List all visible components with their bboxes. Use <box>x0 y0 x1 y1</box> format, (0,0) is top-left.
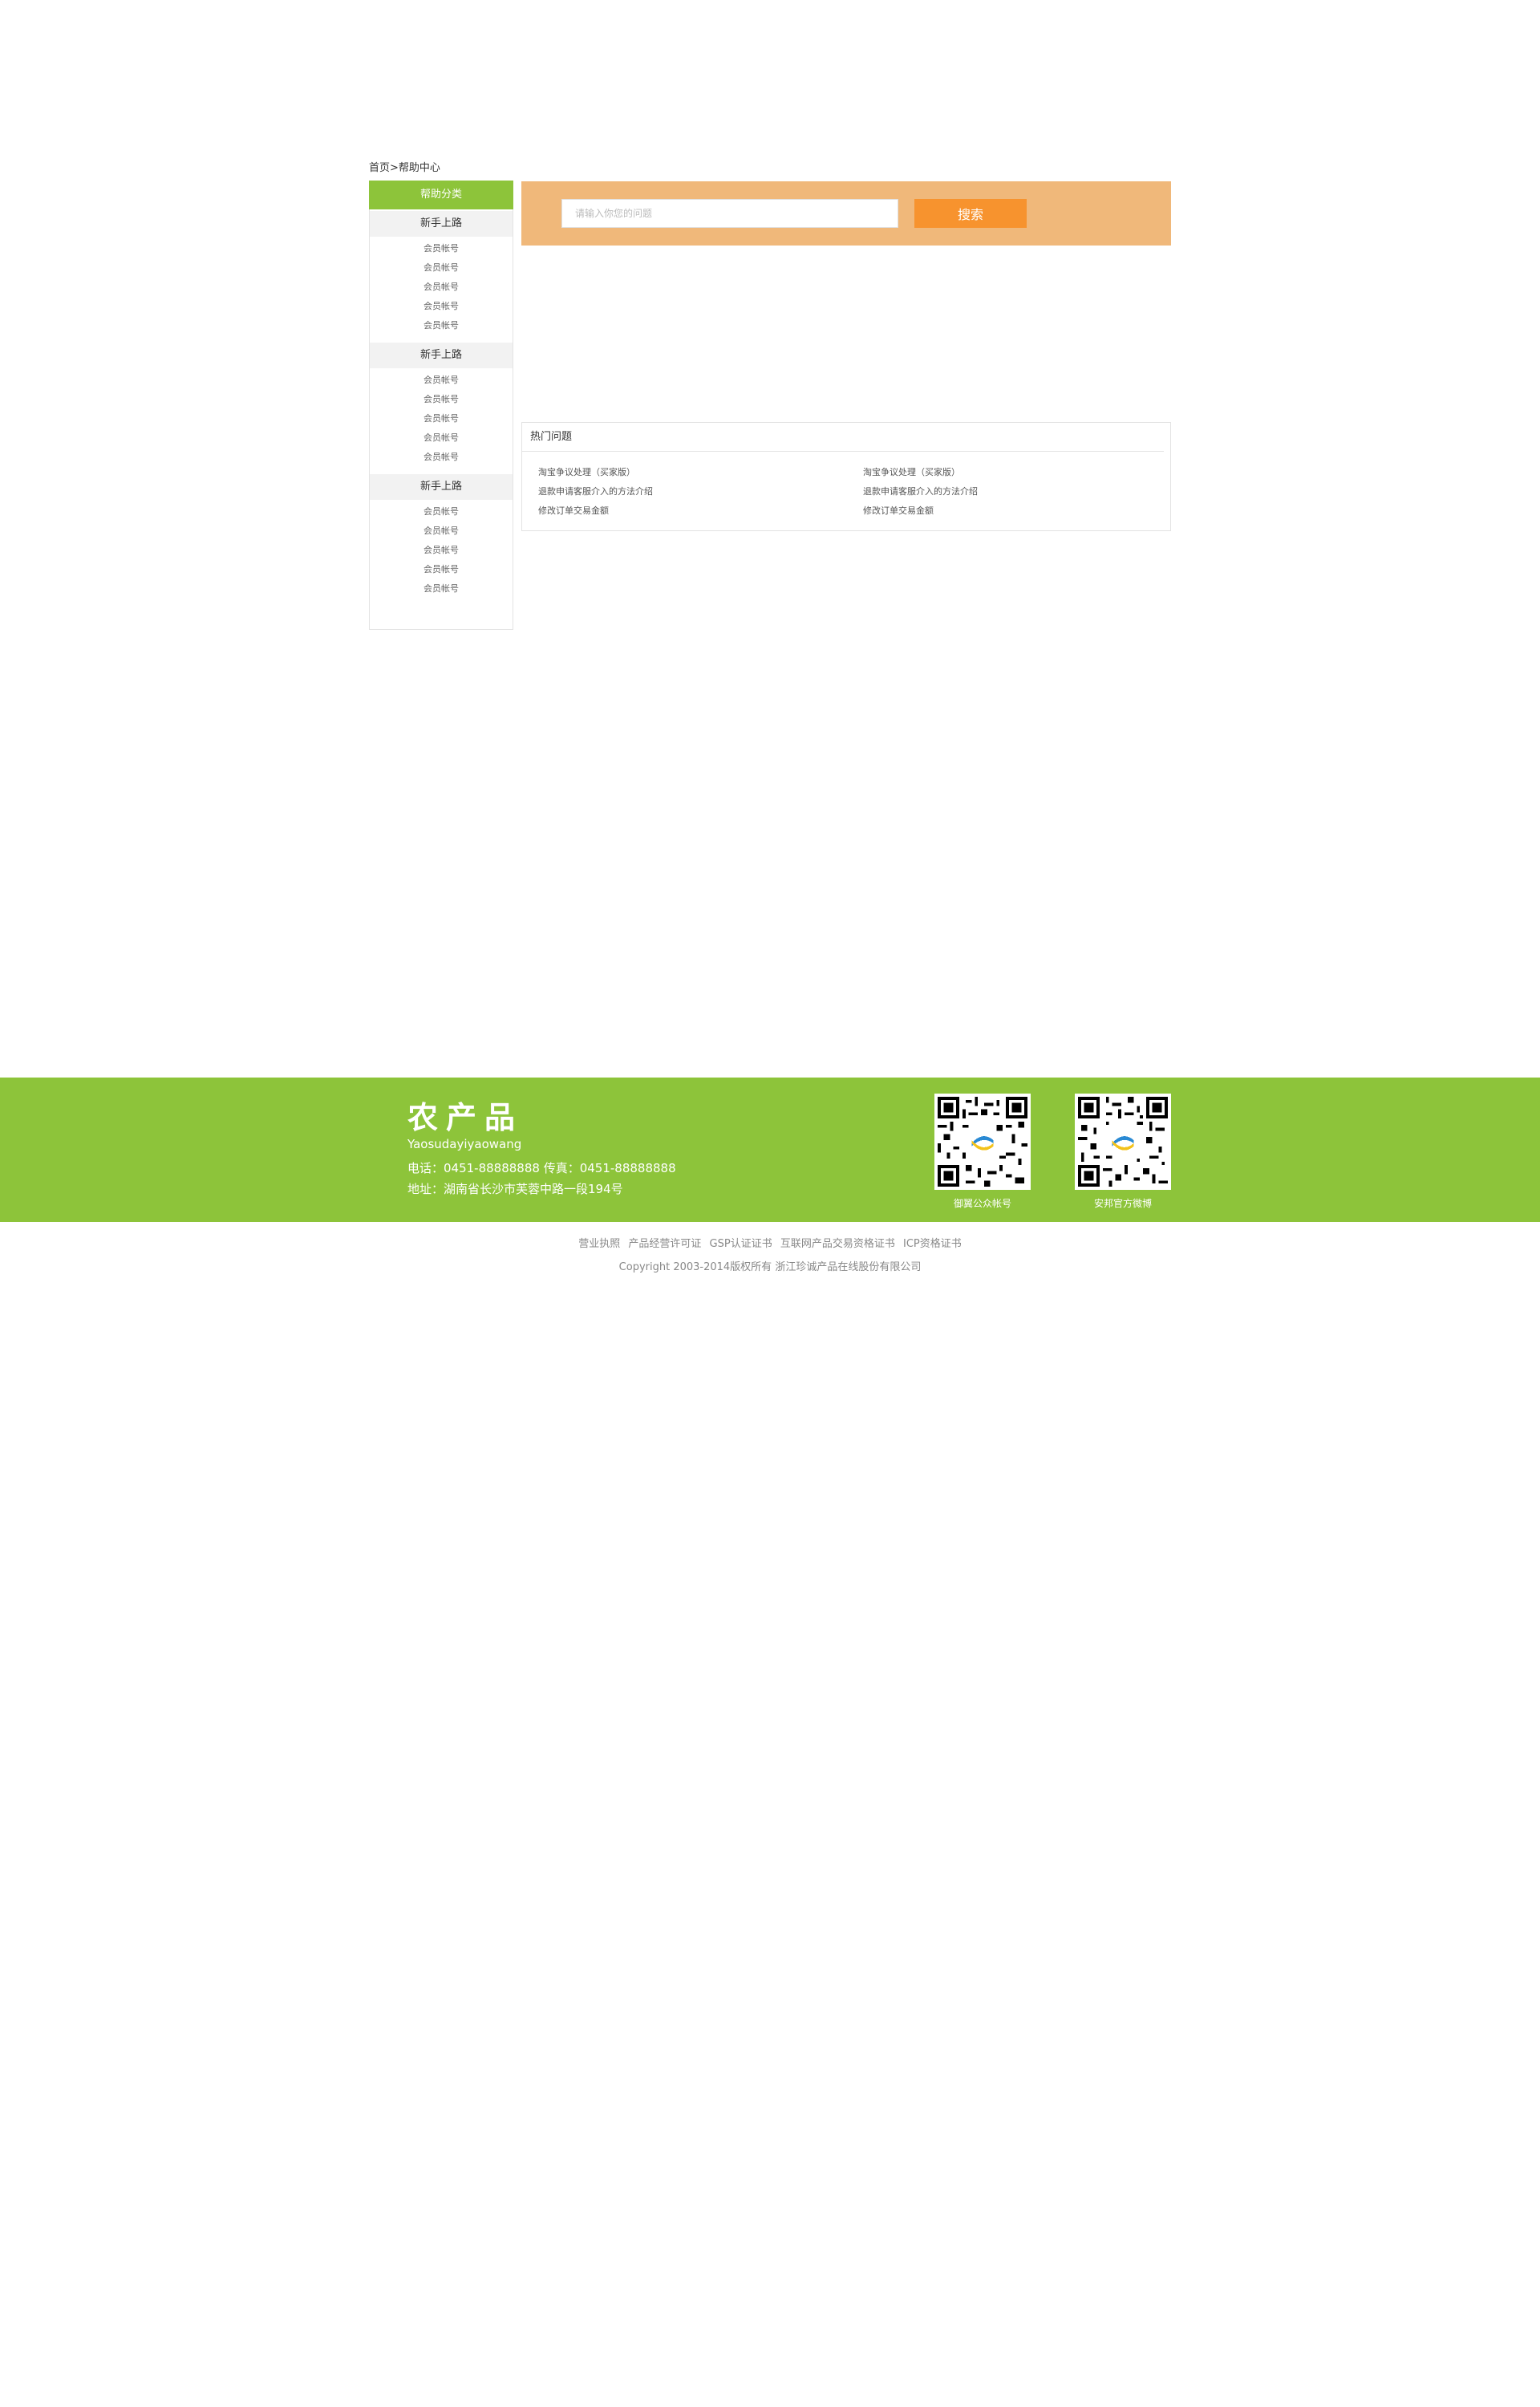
hot-question-link[interactable]: 退款申请客服介入的方法介绍 <box>863 482 1168 501</box>
footer-link-internet-trade-certificate[interactable]: 互联网产品交易资格证书 <box>780 1238 895 1250</box>
qr-code-label: 安邦官方微博 <box>1093 1198 1152 1209</box>
hot-question-link[interactable]: 修改订单交易金额 <box>863 501 1168 521</box>
qr-code-icon <box>1078 1097 1168 1187</box>
copyright-text: Copyright 2003-2014版权所有 浙江珍诚产品在线股份有限公司 <box>618 1261 922 1273</box>
breadcrumb-home-link[interactable]: 首页 <box>369 162 390 174</box>
sidebar-group-title[interactable]: 新手上路 <box>370 474 513 500</box>
hot-questions-box: 热门问题 淘宝争议处理（买家版） 退款申请客服介入的方法介绍 修改订单交易金额 … <box>521 422 1171 531</box>
search-panel: 搜索 <box>521 181 1171 246</box>
sidebar-item[interactable]: 会员帐号 <box>370 409 513 428</box>
footer-link-icp-certificate[interactable]: ICP资格证书 <box>903 1238 962 1250</box>
hot-question-link[interactable]: 修改订单交易金额 <box>538 501 843 521</box>
qr-code-image <box>1075 1094 1171 1190</box>
hot-questions-column-left: 淘宝争议处理（买家版） 退款申请客服介入的方法介绍 修改订单交易金额 <box>538 463 843 521</box>
sidebar-group-list: 会员帐号 会员帐号 会员帐号 会员帐号 会员帐号 <box>370 500 513 604</box>
sidebar-header: 帮助分类 <box>369 181 513 209</box>
qr-code-label: 御翼公众帐号 <box>953 1198 1011 1209</box>
hot-questions-column-right: 淘宝争议处理（买家版） 退款申请客服介入的方法介绍 修改订单交易金额 <box>863 463 1168 521</box>
footer-brand-logo: 农产品 <box>407 1100 524 1135</box>
sidebar-item[interactable]: 会员帐号 <box>370 560 513 579</box>
sidebar-group-title[interactable]: 新手上路 <box>370 343 513 368</box>
hot-question-link[interactable]: 退款申请客服介入的方法介绍 <box>538 482 843 501</box>
footer-link-business-license[interactable]: 营业执照 <box>578 1238 620 1250</box>
sidebar-item[interactable]: 会员帐号 <box>370 522 513 541</box>
sidebar-item[interactable]: 会员帐号 <box>370 502 513 522</box>
sidebar-item[interactable]: 会员帐号 <box>370 579 513 599</box>
sidebar-group-list: 会员帐号 会员帐号 会员帐号 会员帐号 会员帐号 <box>370 237 513 341</box>
sidebar-item[interactable]: 会员帐号 <box>370 448 513 467</box>
sidebar-item[interactable]: 会员帐号 <box>370 316 513 335</box>
breadcrumb-separator: > <box>390 162 399 174</box>
search-button[interactable]: 搜索 <box>914 199 1027 228</box>
qr-code-image <box>934 1094 1031 1190</box>
footer-phone: 电话：0451-88888888 传真：0451-88888888 <box>407 1161 676 1175</box>
sidebar-item[interactable]: 会员帐号 <box>370 258 513 278</box>
sidebar-item[interactable]: 会员帐号 <box>370 239 513 258</box>
help-category-sidebar: 帮助分类 新手上路 会员帐号 会员帐号 会员帐号 会员帐号 会员帐号 新手上路 … <box>369 181 513 630</box>
site-footer: 农产品 Yaosudayiyaowang 电话：0451-88888888 传真… <box>0 1078 1540 1222</box>
sidebar-item[interactable]: 会员帐号 <box>370 371 513 390</box>
sidebar-item[interactable]: 会员帐号 <box>370 278 513 297</box>
sidebar-item[interactable]: 会员帐号 <box>370 428 513 448</box>
hot-question-link[interactable]: 淘宝争议处理（买家版） <box>538 463 843 482</box>
sidebar-item[interactable]: 会员帐号 <box>370 390 513 409</box>
sidebar-item[interactable]: 会员帐号 <box>370 541 513 560</box>
breadcrumb-current: 帮助中心 <box>398 162 440 174</box>
footer-links: 营业执照 产品经营许可证 GSP认证证书 互联网产品交易资格证书 ICP资格证书 <box>0 1237 1540 1252</box>
footer-link-product-license[interactable]: 产品经营许可证 <box>628 1238 701 1250</box>
breadcrumb: 首页>帮助中心 <box>369 161 440 176</box>
footer-brand-subtitle: Yaosudayiyaowang <box>407 1137 522 1151</box>
qr-code-icon <box>938 1097 1027 1187</box>
footer-contact: 电话：0451-88888888 传真：0451-88888888 地址：湖南省… <box>407 1158 676 1199</box>
footer-address: 地址：湖南省长沙市芙蓉中路一段194号 <box>407 1182 623 1196</box>
sidebar-item[interactable]: 会员帐号 <box>370 297 513 316</box>
footer-link-gsp-certificate[interactable]: GSP认证证书 <box>710 1238 772 1250</box>
sidebar-group-list: 会员帐号 会员帐号 会员帐号 会员帐号 会员帐号 <box>370 368 513 473</box>
sidebar-group-title[interactable]: 新手上路 <box>370 211 513 237</box>
search-input[interactable] <box>561 199 898 228</box>
hot-questions-title: 热门问题 <box>522 423 1164 452</box>
hot-question-link[interactable]: 淘宝争议处理（买家版） <box>863 463 1168 482</box>
